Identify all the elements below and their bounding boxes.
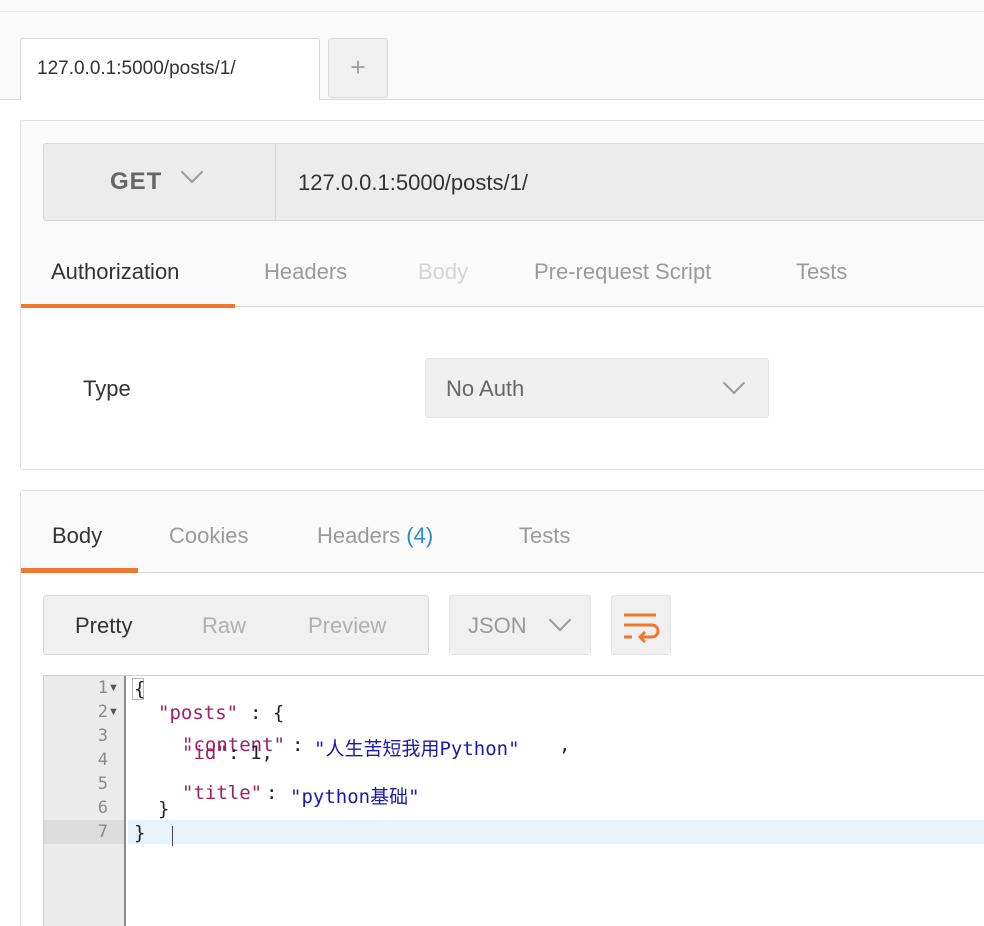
line-number: 7 xyxy=(97,822,108,842)
fold-arrow-icon[interactable]: ▼ xyxy=(108,682,119,694)
tab-tests[interactable]: Tests xyxy=(796,259,847,285)
json-value-title: "python基础" xyxy=(290,786,420,808)
response-tabs: Body Cookies Headers (4) Tests xyxy=(21,491,984,573)
line-number: 2 xyxy=(97,702,108,722)
request-tab-label: 127.0.0.1:5000/posts/1/ xyxy=(37,58,236,79)
view-mode-group: Pretty Raw Preview xyxy=(43,595,429,655)
request-panel: GET 127.0.0.1:5000/posts/1/ Authorizatio… xyxy=(20,120,984,470)
url-input[interactable]: 127.0.0.1:5000/posts/1/ xyxy=(298,170,528,196)
json-colon: : xyxy=(266,782,278,804)
method-select[interactable]: GET xyxy=(44,144,276,220)
active-response-tab-indicator xyxy=(21,568,138,573)
auth-type-value: No Auth xyxy=(446,376,525,401)
json-outer-close-brace: } xyxy=(134,822,146,844)
wrap-lines-button[interactable] xyxy=(611,595,671,655)
headers-count-badge: (4) xyxy=(406,523,434,548)
json-comma: , xyxy=(559,734,571,756)
auth-section: Type No Auth xyxy=(21,308,984,469)
preview-button[interactable]: Preview xyxy=(308,613,386,639)
method-label: GET xyxy=(110,168,163,195)
url-bar: GET 127.0.0.1:5000/posts/1/ xyxy=(43,143,984,221)
json-key-posts: "posts" xyxy=(158,702,239,724)
line-number: 6 xyxy=(97,798,108,818)
tab-authorization[interactable]: Authorization xyxy=(51,259,179,285)
auth-type-label: Type xyxy=(83,376,131,401)
json-open-brace: { xyxy=(134,678,146,700)
line-number: 4 xyxy=(97,750,108,770)
chevron-down-icon xyxy=(722,371,746,395)
response-body-editor[interactable]: 1 ▼ 2 ▼ 3 4 5 6 7 { "posts" : { "content… xyxy=(43,675,984,926)
auth-type-select[interactable]: No Auth xyxy=(425,358,769,418)
raw-button[interactable]: Raw xyxy=(202,613,246,639)
tab-body[interactable]: Body xyxy=(418,259,468,285)
fold-arrow-icon[interactable]: ▼ xyxy=(108,706,119,718)
active-line-highlight xyxy=(128,820,984,844)
tab-response-headers[interactable]: Headers (4) xyxy=(317,523,433,549)
request-tabs: Authorization Headers Body Pre-request S… xyxy=(21,247,984,309)
window-top-strip xyxy=(0,0,984,12)
line-number-gutter: 1 ▼ 2 ▼ 3 4 5 6 7 xyxy=(44,676,126,926)
add-tab-button[interactable]: + xyxy=(328,38,388,98)
json-colon: : xyxy=(292,734,304,756)
wrap-lines-icon xyxy=(624,613,660,644)
format-select[interactable]: JSON xyxy=(449,595,591,655)
format-value: JSON xyxy=(468,613,527,638)
line-number: 5 xyxy=(97,774,108,794)
request-tab[interactable]: 127.0.0.1:5000/posts/1/ xyxy=(20,38,320,100)
tab-cookies[interactable]: Cookies xyxy=(169,523,248,549)
tab-headers[interactable]: Headers xyxy=(264,259,347,285)
chevron-down-icon xyxy=(180,160,204,184)
json-key-title: "title" xyxy=(182,782,263,804)
json-colon: : xyxy=(228,742,240,764)
json-inner-close-brace: } xyxy=(158,798,170,820)
tab-response-body[interactable]: Body xyxy=(52,523,102,549)
tab-strip: 127.0.0.1:5000/posts/1/ + xyxy=(0,12,984,100)
tab-response-tests[interactable]: Tests xyxy=(519,523,570,549)
json-value-id: 1, xyxy=(250,742,273,764)
json-key-id: "id" xyxy=(182,742,228,764)
line-number: 1 xyxy=(97,678,108,698)
response-headers-label: Headers xyxy=(317,523,401,548)
chevron-down-icon xyxy=(548,608,572,632)
json-value-content: "人生苦短我用Python" xyxy=(314,738,520,760)
line-number: 3 xyxy=(97,726,108,746)
response-panel: Body Cookies Headers (4) Tests Pretty Ra… xyxy=(20,490,984,926)
json-posts-separator: : { xyxy=(250,702,285,724)
tab-pre-request-script[interactable]: Pre-request Script xyxy=(534,259,711,285)
pretty-button[interactable]: Pretty xyxy=(75,613,132,639)
text-cursor xyxy=(172,826,173,846)
